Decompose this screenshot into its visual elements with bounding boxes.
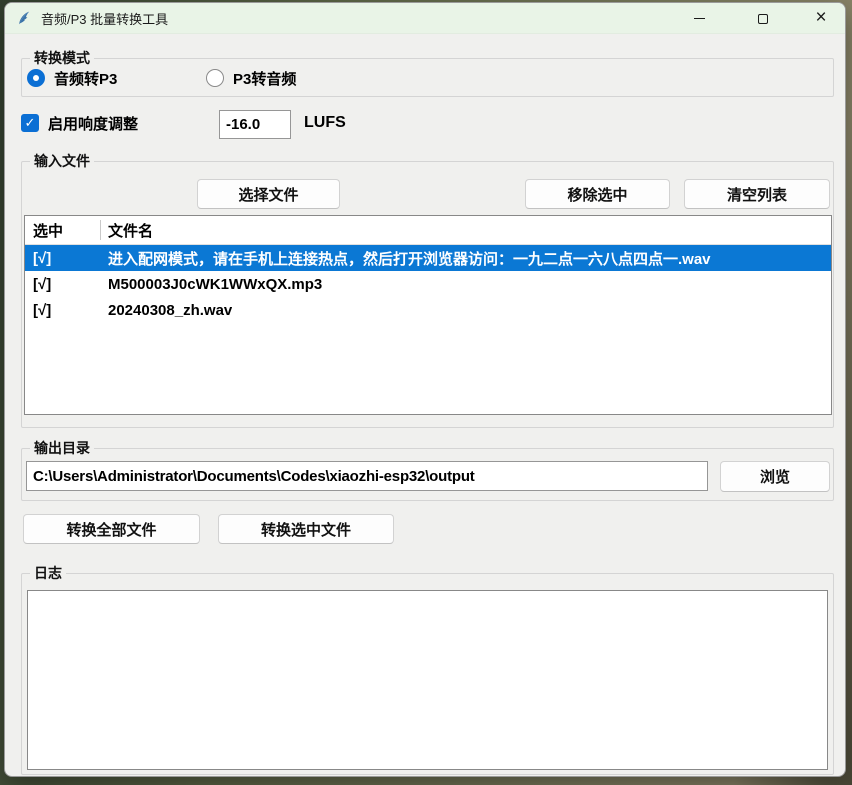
convert-selected-button[interactable]: 转换选中文件	[218, 514, 394, 544]
input-files-label: 输入文件	[30, 152, 94, 170]
radio-p3-to-audio[interactable]: P3转音频	[206, 68, 296, 88]
minimize-icon	[694, 18, 705, 20]
minimize-button[interactable]	[677, 3, 721, 34]
check-glyph: ✓	[25, 115, 36, 131]
checkbox-icon: ✓	[21, 114, 39, 132]
radio-label: P3转音频	[233, 68, 296, 89]
row-checked-cell: [√]	[25, 250, 100, 267]
row-checked-cell: [√]	[25, 276, 100, 293]
log-textarea[interactable]	[27, 590, 828, 770]
window-title: 音频/P3 批量转换工具	[41, 9, 168, 28]
browse-button[interactable]: 浏览	[720, 461, 830, 492]
remove-selected-button[interactable]: 移除选中	[525, 179, 670, 209]
app-window: 音频/P3 批量转换工具 × 转换模式 音频转P3 P3转音频 ✓ 启用响度调整…	[4, 2, 846, 777]
clear-list-button[interactable]: 清空列表	[684, 179, 830, 209]
close-button[interactable]: ×	[799, 3, 843, 34]
maximize-button[interactable]	[741, 3, 785, 34]
radio-icon	[206, 69, 224, 87]
output-path-input[interactable]	[26, 461, 708, 491]
mode-group-label: 转换模式	[30, 49, 94, 67]
mode-group: 转换模式 音频转P3 P3转音频	[21, 58, 834, 97]
maximize-icon	[758, 14, 768, 24]
output-dir-group: 输出目录 浏览	[21, 448, 834, 501]
table-row[interactable]: [√] 进入配网模式，请在手机上连接热点，然后打开浏览器访问：一九二点一六八点四…	[25, 245, 831, 271]
loudness-checkbox[interactable]: ✓ 启用响度调整	[21, 113, 138, 133]
output-dir-label: 输出目录	[30, 439, 94, 457]
titlebar[interactable]: 音频/P3 批量转换工具 ×	[5, 3, 845, 34]
table-row[interactable]: [√] M500003J0cWK1WWxQX.mp3	[25, 271, 831, 297]
select-files-button[interactable]: 选择文件	[197, 179, 340, 209]
row-filename-cell: 进入配网模式，请在手机上连接热点，然后打开浏览器访问：一九二点一六八点四点一.w…	[100, 248, 711, 269]
row-checked-cell: [√]	[25, 302, 100, 319]
row-filename-cell: 20240308_zh.wav	[100, 302, 232, 319]
radio-label: 音频转P3	[54, 68, 117, 89]
table-header: 选中 文件名	[25, 216, 831, 245]
log-group: 日志	[21, 573, 834, 775]
column-header-checked[interactable]: 选中	[25, 220, 100, 241]
close-icon: ×	[815, 8, 826, 27]
column-header-filename[interactable]: 文件名	[100, 220, 153, 241]
log-label: 日志	[30, 564, 66, 582]
lufs-unit-label: LUFS	[304, 114, 346, 132]
lufs-input[interactable]	[219, 110, 291, 139]
row-filename-cell: M500003J0cWK1WWxQX.mp3	[100, 276, 322, 293]
convert-all-button[interactable]: 转换全部文件	[23, 514, 200, 544]
file-table: 选中 文件名 [√] 进入配网模式，请在手机上连接热点，然后打开浏览器访问：一九…	[24, 215, 832, 415]
column-separator[interactable]	[100, 220, 101, 240]
table-row[interactable]: [√] 20240308_zh.wav	[25, 297, 831, 323]
radio-audio-to-p3[interactable]: 音频转P3	[27, 68, 117, 88]
python-feather-icon	[16, 10, 32, 26]
input-files-group: 输入文件 选择文件 移除选中 清空列表 选中 文件名 [√] 进入配网模式，请在…	[21, 161, 834, 428]
radio-icon	[27, 69, 45, 87]
loudness-label: 启用响度调整	[48, 113, 138, 134]
